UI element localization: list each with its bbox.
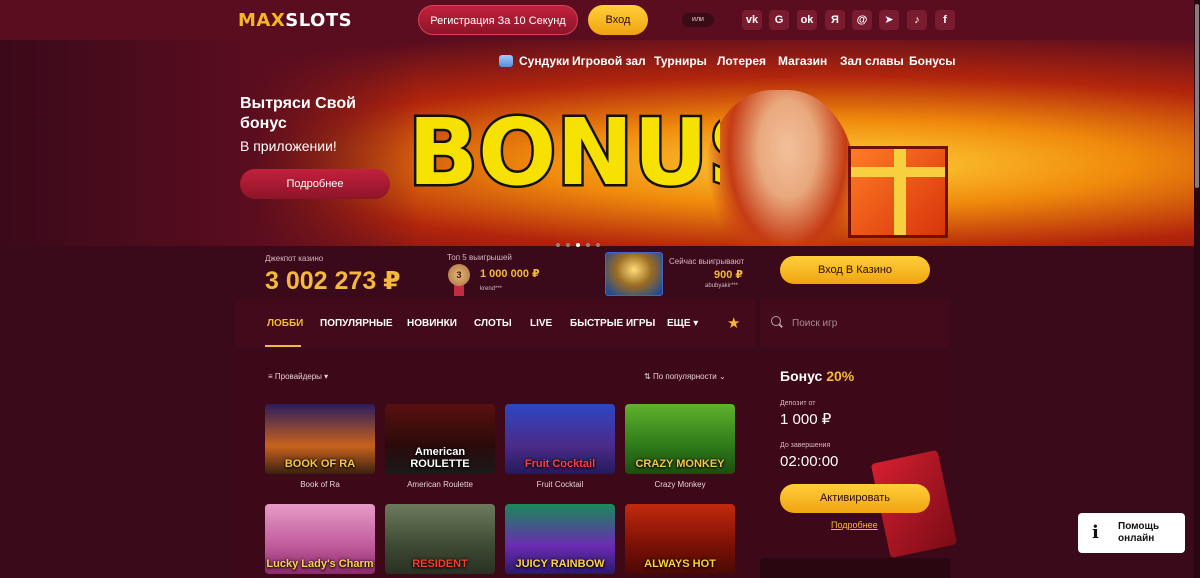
tab-slots[interactable]: СЛОТЫ: [474, 318, 512, 329]
vk-icon[interactable]: vk: [742, 10, 762, 30]
game-art-title: ALWAYS HOT: [644, 558, 716, 570]
hero-character-image: [705, 90, 855, 246]
carousel-dot[interactable]: [586, 243, 590, 247]
logo-slots-text: SLOTS: [285, 10, 353, 31]
hero-shade: [0, 40, 420, 246]
nav-shop[interactable]: Магазин: [778, 54, 827, 68]
game-card-book-of-ra[interactable]: BOOK OF RA: [265, 404, 375, 474]
game-art-title: American ROULETTE: [410, 446, 470, 470]
nav-game-hall[interactable]: Игровой зал: [572, 54, 646, 68]
game-art-title: Lucky Lady's Charm: [266, 558, 374, 570]
game-card-always-hot[interactable]: ALWAYS HOT: [625, 504, 735, 574]
odnoklassniki-icon[interactable]: ok: [797, 10, 817, 30]
tab-more[interactable]: ЕЩЕ ▾: [667, 318, 698, 329]
tab-lobby[interactable]: ЛОББИ: [267, 318, 303, 329]
carousel-dot[interactable]: [556, 243, 560, 247]
winning-game-thumbnail[interactable]: [605, 252, 663, 296]
bonus-title-text: Бонус: [780, 368, 823, 384]
deposit-label: Депозит от: [780, 400, 816, 407]
hero-title: Вытряси Свой бонус: [240, 95, 356, 132]
now-winning-user: abubyakir***: [705, 283, 739, 289]
google-icon[interactable]: G: [769, 10, 789, 30]
carousel-dot[interactable]: [566, 243, 570, 247]
nav-chests[interactable]: Сундуки: [519, 54, 569, 68]
top5-amount: 1 000 000 ₽: [480, 268, 540, 280]
bonus-percent: 20%: [826, 368, 855, 384]
nav-tournaments[interactable]: Турниры: [654, 54, 707, 68]
chest-icon: [499, 55, 513, 67]
login-button[interactable]: Вход: [588, 5, 648, 35]
now-winning-amount: 900 ₽: [714, 269, 744, 281]
tab-popular[interactable]: ПОПУЛЯРНЫЕ: [320, 318, 393, 329]
bronze-medal-icon: 3: [448, 264, 470, 286]
hero-subtitle: В приложении!: [240, 138, 337, 154]
sort-filter[interactable]: ⇅ По популярности ⌄: [644, 372, 726, 381]
tab-fast-games[interactable]: БЫСТРЫЕ ИГРЫ: [570, 318, 655, 329]
carousel-dots: [556, 234, 606, 252]
game-art-title: CRAZY MONKEY: [635, 458, 725, 470]
game-label[interactable]: Book of Ra: [265, 480, 375, 489]
activate-bonus-button[interactable]: Активировать: [780, 484, 930, 513]
register-button[interactable]: Регистрация За 10 Секунд: [418, 5, 578, 35]
game-card-juicy-rainbow[interactable]: JUICY RAINBOW: [505, 504, 615, 574]
scrollbar-thumb[interactable]: [1195, 4, 1199, 188]
info-icon: i: [1092, 522, 1099, 543]
next-promo-card[interactable]: [760, 558, 950, 578]
facebook-icon[interactable]: f: [935, 10, 955, 30]
jackpot-label: Джекпот казино: [265, 254, 324, 263]
bonus-banner-art: BONUS!: [406, 97, 721, 209]
now-winning-label: Сейчас выигрывают: [669, 257, 745, 266]
mail-icon[interactable]: @: [852, 10, 872, 30]
favorites-star-icon[interactable]: ★: [727, 314, 740, 332]
bonus-card-title: Бонус 20%: [780, 368, 854, 384]
game-card-crazy-monkey[interactable]: CRAZY MONKEY: [625, 404, 735, 474]
or-label: или: [682, 13, 714, 27]
top5-user: krend***: [480, 286, 503, 292]
tab-new[interactable]: НОВИНКИ: [407, 318, 457, 329]
game-card-lucky-ladys-charm[interactable]: Lucky Lady's Charm: [265, 504, 375, 574]
providers-filter[interactable]: ≡ Провайдеры ▾: [268, 372, 328, 381]
gift-ribbon: [851, 167, 945, 177]
countdown-timer: 02:00:00: [780, 453, 839, 470]
tab-live[interactable]: LIVE: [530, 318, 552, 329]
game-art-title: JUICY RAINBOW: [515, 558, 605, 570]
tiktok-icon[interactable]: ♪: [907, 10, 927, 30]
hero-details-button[interactable]: Подробнее: [240, 169, 390, 199]
game-art-title: RESIDENT: [412, 558, 468, 570]
sort-filter-label: По популярности: [652, 372, 717, 381]
nav-hall-of-fame[interactable]: Зал славы: [840, 54, 904, 68]
enter-casino-button[interactable]: Вход В Казино: [780, 256, 930, 284]
search-icon: [771, 316, 781, 326]
game-label[interactable]: Crazy Monkey: [625, 480, 735, 489]
game-card-american-roulette[interactable]: American ROULETTE: [385, 404, 495, 474]
nav-bonuses[interactable]: Бонусы: [909, 54, 956, 68]
maxslots-logo[interactable]: MAXSLOTS: [238, 10, 352, 31]
top5-label: Топ 5 выигрышей: [447, 253, 512, 262]
gift-box-image: [848, 146, 948, 238]
online-help-button[interactable]: i Помощь онлайн: [1078, 513, 1185, 553]
yandex-icon[interactable]: Я: [825, 10, 845, 30]
game-art-title: BOOK OF RA: [284, 458, 356, 470]
bonus-banner-word: BONUS!: [408, 99, 720, 206]
active-tab-underline: [265, 345, 301, 347]
game-card-fruit-cocktail[interactable]: Fruit Cocktail: [505, 404, 615, 474]
help-label: Помощь онлайн: [1118, 521, 1160, 544]
deposit-value: 1 000 ₽: [780, 411, 832, 428]
game-label[interactable]: American Roulette: [385, 480, 495, 489]
providers-filter-label: Провайдеры: [274, 372, 322, 381]
logo-max-text: MAX: [238, 10, 286, 31]
until-label: До завершения: [780, 442, 831, 449]
game-art-title: Fruit Cocktail: [524, 458, 596, 470]
nav-lottery[interactable]: Лотерея: [717, 54, 766, 68]
telegram-icon[interactable]: ➤: [879, 10, 899, 30]
gift-ribbon: [894, 149, 906, 235]
search-input[interactable]: [792, 312, 932, 334]
game-label[interactable]: Fruit Cocktail: [505, 480, 615, 489]
carousel-dot[interactable]: [596, 243, 600, 247]
carousel-dot-active[interactable]: [576, 243, 580, 247]
bonus-details-link[interactable]: Подробнее: [831, 520, 878, 530]
jackpot-value: 3 002 273 ₽: [265, 267, 401, 295]
game-card-resident[interactable]: RESIDENT: [385, 504, 495, 574]
